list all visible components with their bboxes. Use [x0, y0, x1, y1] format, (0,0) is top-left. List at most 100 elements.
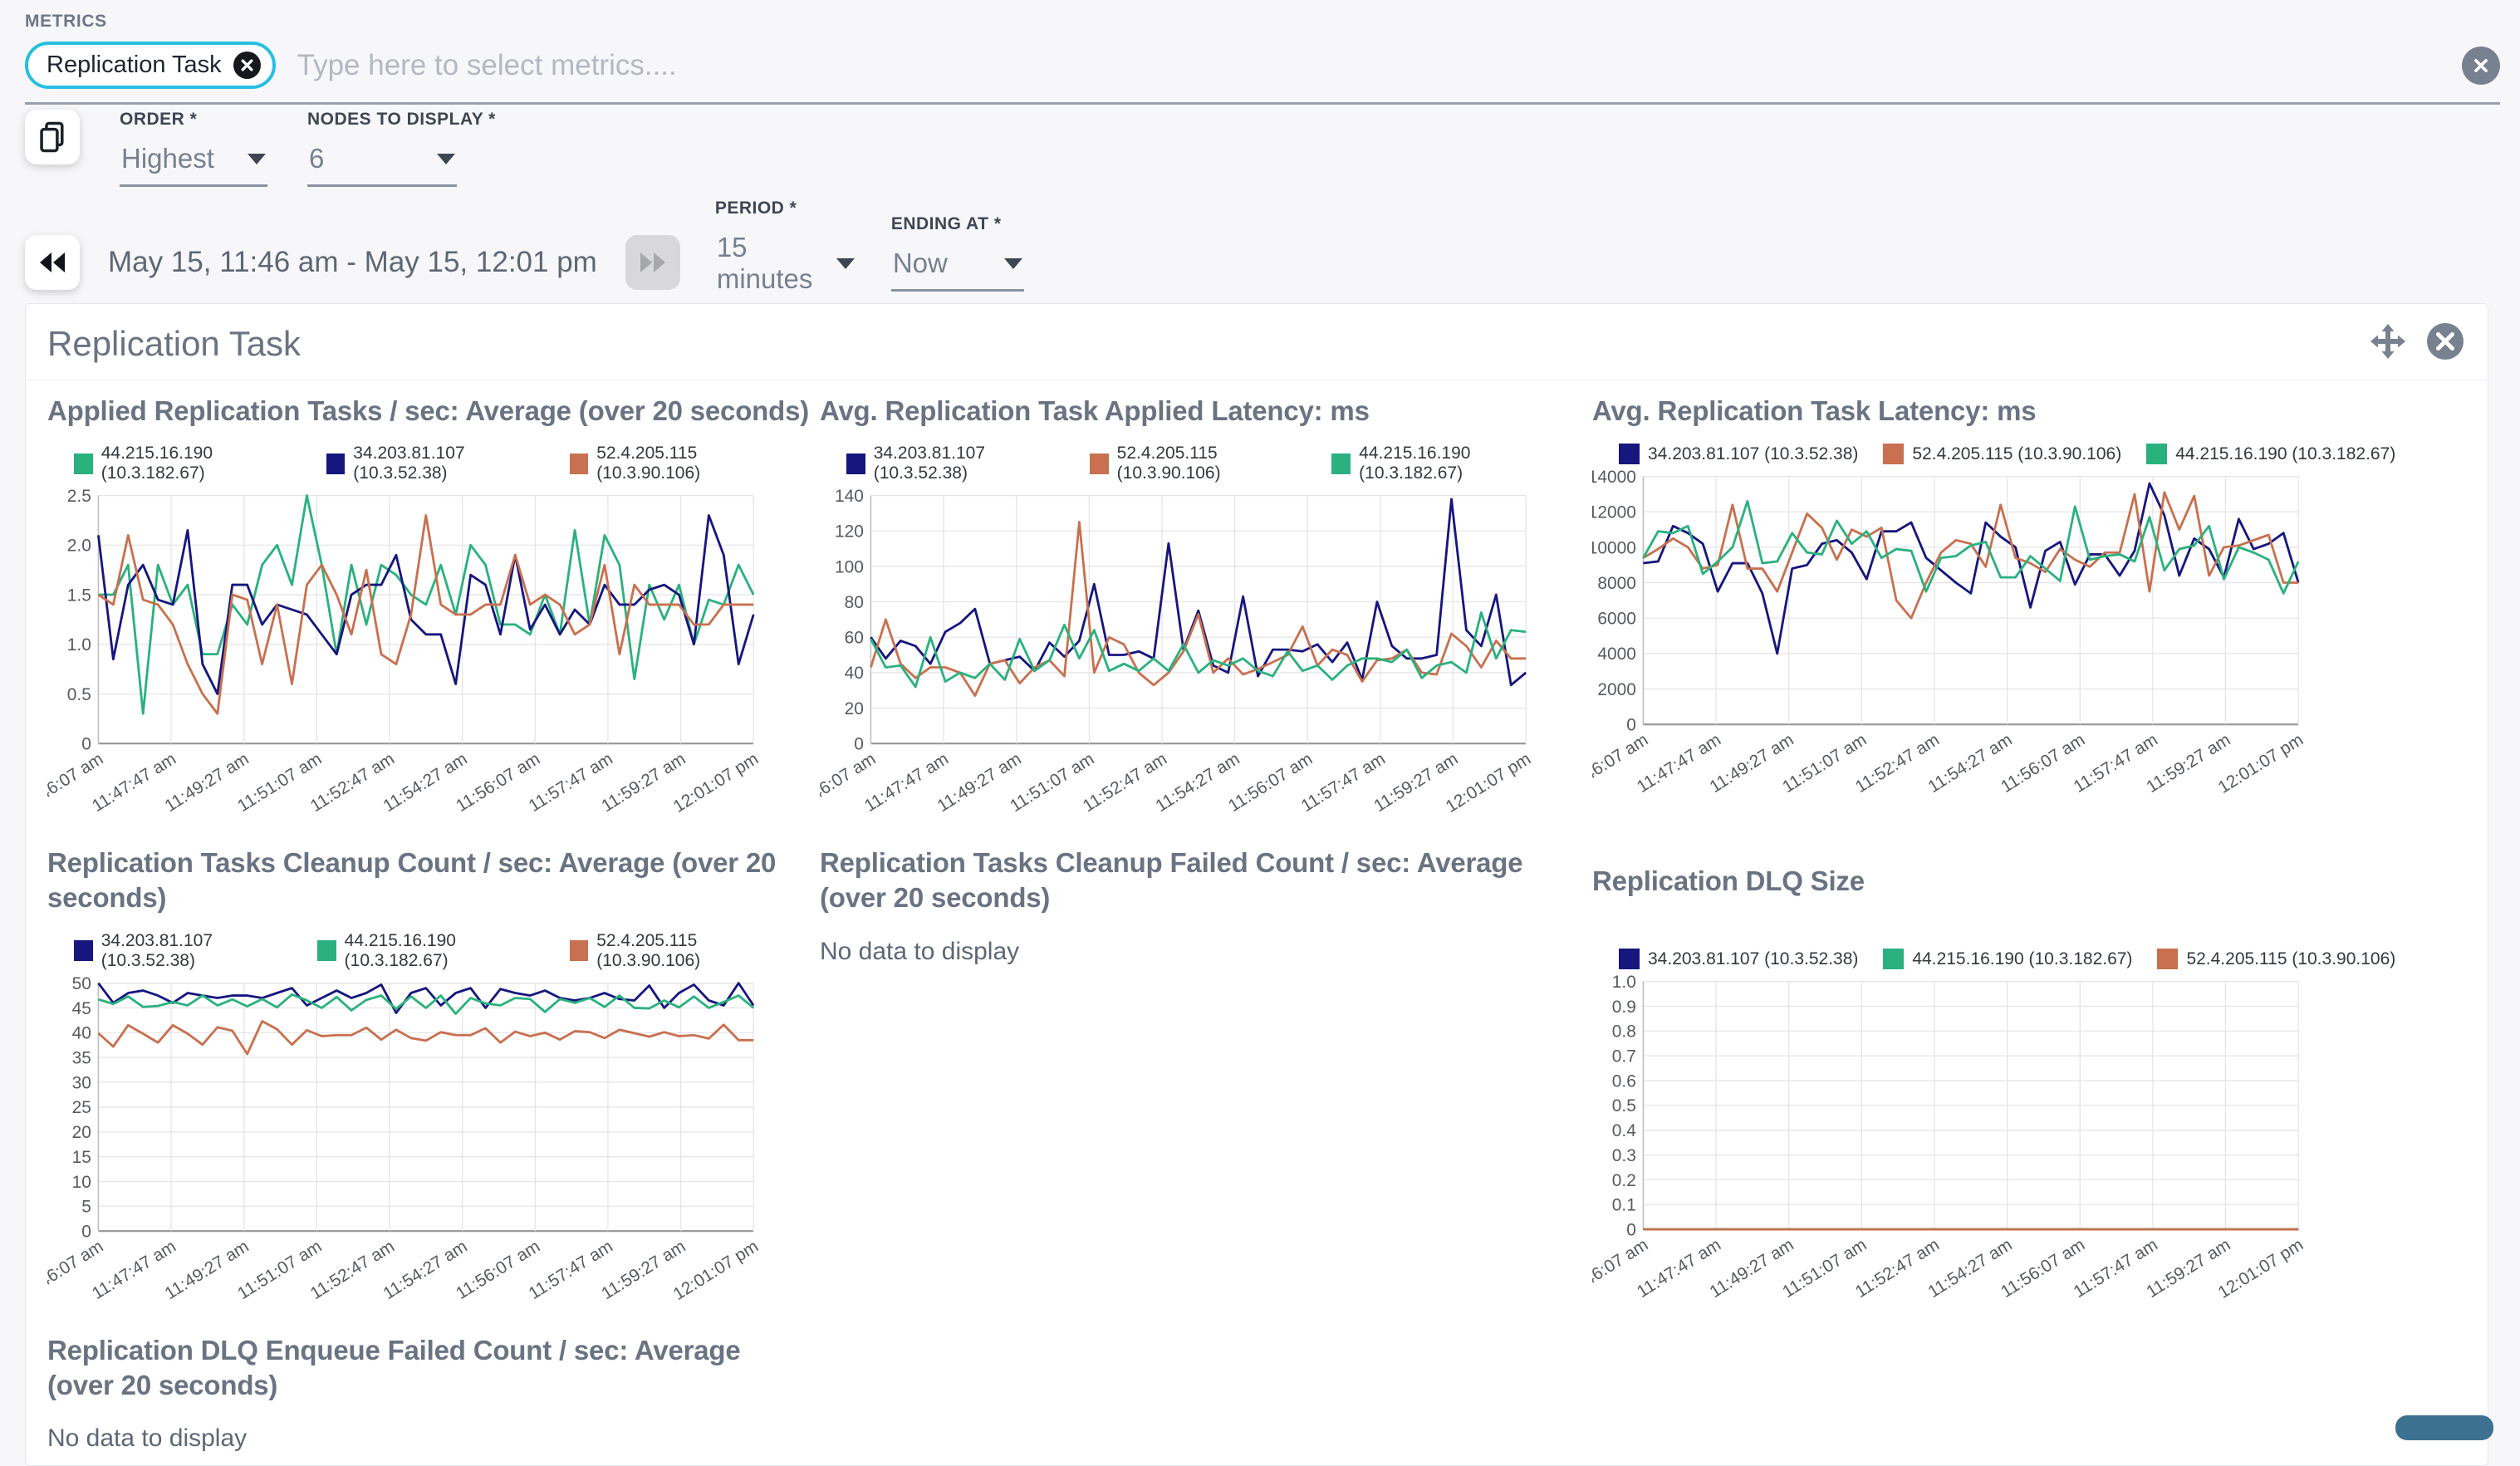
legend-item[interactable]: 52.4.205.115 (10.3.90.106): [2157, 949, 2395, 969]
legend-item[interactable]: 34.203.81.107 (10.3.52.38): [1619, 949, 1858, 969]
metric-chip-replication-task[interactable]: Replication Task: [25, 42, 276, 89]
legend-item[interactable]: 44.215.16.190 (10.3.182.67): [74, 444, 302, 483]
legend-label: 44.215.16.190 (10.3.182.67): [1359, 444, 1559, 483]
svg-text:60: 60: [845, 629, 864, 648]
svg-text:0.5: 0.5: [1612, 1096, 1636, 1115]
order-label: ORDER *: [120, 110, 267, 130]
svg-text:2.5: 2.5: [67, 488, 91, 506]
chip-remove-icon[interactable]: [233, 51, 261, 79]
legend-item[interactable]: 34.203.81.107 (10.3.52.38): [326, 444, 545, 483]
period-label: PERIOD *: [715, 199, 856, 218]
svg-text:140: 140: [835, 488, 864, 506]
legend-label: 52.4.205.115 (10.3.90.106): [2186, 949, 2395, 969]
order-select[interactable]: Highest: [120, 135, 267, 187]
fast-forward-icon: [637, 250, 669, 275]
legend-label: 34.203.81.107 (10.3.52.38): [874, 444, 1065, 483]
nodes-value: 6: [309, 143, 324, 174]
chevron-down-icon: [248, 154, 266, 164]
chart-legend: 34.203.81.107 (10.3.52.38) 44.215.16.190 …: [47, 916, 787, 976]
chart-title: Replication DLQ Size: [1592, 864, 2423, 934]
svg-text:50: 50: [72, 976, 91, 993]
legend-swatch-icon: [74, 454, 93, 474]
clear-metrics-icon[interactable]: [2462, 47, 2500, 85]
metric-chip-label: Replication Task: [47, 51, 222, 79]
move-icon: [2370, 323, 2406, 360]
svg-text:0.9: 0.9: [1612, 998, 1636, 1017]
svg-text:0.2: 0.2: [1612, 1171, 1636, 1190]
legend-item[interactable]: 52.4.205.115 (10.3.90.106): [1883, 444, 2121, 464]
chart-title: Applied Replication Tasks / sec: Average…: [47, 394, 787, 429]
svg-text:45: 45: [72, 999, 91, 1018]
legend-label: 34.203.81.107 (10.3.52.38): [1648, 444, 1858, 464]
copy-dashboard-button[interactable]: [25, 110, 80, 164]
period-value: 15 minutes: [717, 232, 816, 295]
chart-legend: 34.203.81.107 (10.3.52.38) 52.4.205.115 (…: [820, 429, 1559, 488]
chart-task-latency: Avg. Replication Task Latency: ms 34.203…: [1592, 394, 2456, 846]
legend-swatch-icon: [846, 454, 865, 474]
metrics-label: METRICS: [25, 12, 2500, 32]
legend-item[interactable]: 52.4.205.115 (10.3.90.106): [570, 931, 787, 971]
svg-text:2.0: 2.0: [67, 537, 91, 556]
chart-title: Avg. Replication Task Latency: ms: [1592, 394, 2423, 429]
legend-item[interactable]: 44.215.16.190 (10.3.182.67): [317, 931, 545, 971]
chart-legend: 44.215.16.190 (10.3.182.67) 34.203.81.107…: [47, 429, 787, 488]
close-panel-button[interactable]: [2426, 322, 2464, 365]
svg-text:4000: 4000: [1597, 645, 1635, 664]
legend-label: 44.215.16.190 (10.3.182.67): [345, 931, 545, 971]
nodes-select[interactable]: 6: [307, 135, 457, 187]
legend-item[interactable]: 44.215.16.190 (10.3.182.67): [1331, 444, 1559, 483]
chart-plot[interactable]: 02040608010012014011:46:07 am11:47:47 am…: [820, 488, 1559, 846]
chart-applied-latency: Avg. Replication Task Applied Latency: m…: [820, 394, 1592, 846]
legend-item[interactable]: 34.203.81.107 (10.3.52.38): [1619, 444, 1858, 464]
time-forward-button[interactable]: [625, 235, 680, 290]
chart-plot[interactable]: 0510152025303540455011:46:07 am11:47:47 …: [47, 976, 787, 1333]
legend-swatch-icon: [326, 454, 346, 474]
legend-item[interactable]: 44.215.16.190 (10.3.182.67): [1883, 949, 2132, 969]
legend-item[interactable]: 44.215.16.190 (10.3.182.67): [2146, 444, 2395, 464]
svg-text:120: 120: [835, 522, 864, 542]
svg-text:35: 35: [72, 1048, 91, 1067]
legend-item[interactable]: 34.203.81.107 (10.3.52.38): [846, 444, 1065, 483]
legend-swatch-icon: [74, 940, 93, 961]
chart-legend: 34.203.81.107 (10.3.52.38) 44.215.16.190 …: [1592, 934, 2423, 974]
copy-icon: [37, 120, 67, 154]
svg-text:0: 0: [81, 1222, 91, 1241]
dashboard-controls: ORDER * Highest NODES TO DISPLAY * 6 May…: [25, 110, 1024, 307]
ending-at-select[interactable]: Now: [891, 239, 1024, 292]
legend-swatch-icon: [1090, 454, 1109, 474]
svg-text:0.6: 0.6: [1612, 1072, 1636, 1091]
chart-plot[interactable]: 00.10.20.30.40.50.60.70.80.91.011:46:07 …: [1592, 974, 2423, 1331]
period-select[interactable]: 15 minutes: [715, 223, 856, 307]
legend-label: 34.203.81.107 (10.3.52.38): [353, 444, 544, 483]
legend-swatch-icon: [317, 940, 336, 961]
metrics-search-input[interactable]: [297, 49, 2440, 82]
legend-item[interactable]: 52.4.205.115 (10.3.90.106): [1090, 444, 1307, 483]
svg-text:40: 40: [72, 1023, 91, 1042]
chart-plot[interactable]: 0200040006000800010000120001400011:46:07…: [1592, 469, 2423, 826]
legend-swatch-icon: [2146, 444, 2167, 464]
close-icon: [2426, 322, 2464, 360]
chevron-down-icon: [836, 258, 855, 269]
legend-item[interactable]: 34.203.81.107 (10.3.52.38): [74, 931, 292, 971]
legend-swatch-icon: [570, 454, 589, 474]
svg-text:100: 100: [835, 558, 864, 577]
order-value: Highest: [121, 143, 214, 174]
period-field: PERIOD * 15 minutes: [715, 199, 856, 307]
chart-applied-replication-tasks: Applied Replication Tasks / sec: Average…: [47, 394, 820, 846]
chart-plot[interactable]: 00.51.01.52.02.511:46:07 am11:47:47 am11…: [47, 488, 787, 846]
legend-swatch-icon: [2157, 949, 2178, 969]
svg-text:6000: 6000: [1597, 610, 1635, 629]
time-back-button[interactable]: [25, 235, 80, 290]
legend-label: 52.4.205.115 (10.3.90.106): [596, 444, 787, 483]
svg-text:0.3: 0.3: [1612, 1146, 1636, 1165]
chart-dlq-enqueue-failed: Replication DLQ Enqueue Failed Count / s…: [47, 1333, 820, 1453]
legend-swatch-icon: [1331, 454, 1351, 474]
chart-legend: 34.203.81.107 (10.3.52.38) 52.4.205.115 (…: [1592, 429, 2423, 469]
svg-text:15: 15: [72, 1148, 91, 1167]
legend-item[interactable]: 52.4.205.115 (10.3.90.106): [570, 444, 787, 483]
bottom-action-button[interactable]: [2395, 1415, 2493, 1440]
svg-text:2000: 2000: [1597, 680, 1635, 699]
legend-label: 34.203.81.107 (10.3.52.38): [1648, 949, 1858, 969]
no-data-text: No data to display: [47, 1424, 787, 1453]
move-panel-button[interactable]: [2370, 323, 2406, 364]
